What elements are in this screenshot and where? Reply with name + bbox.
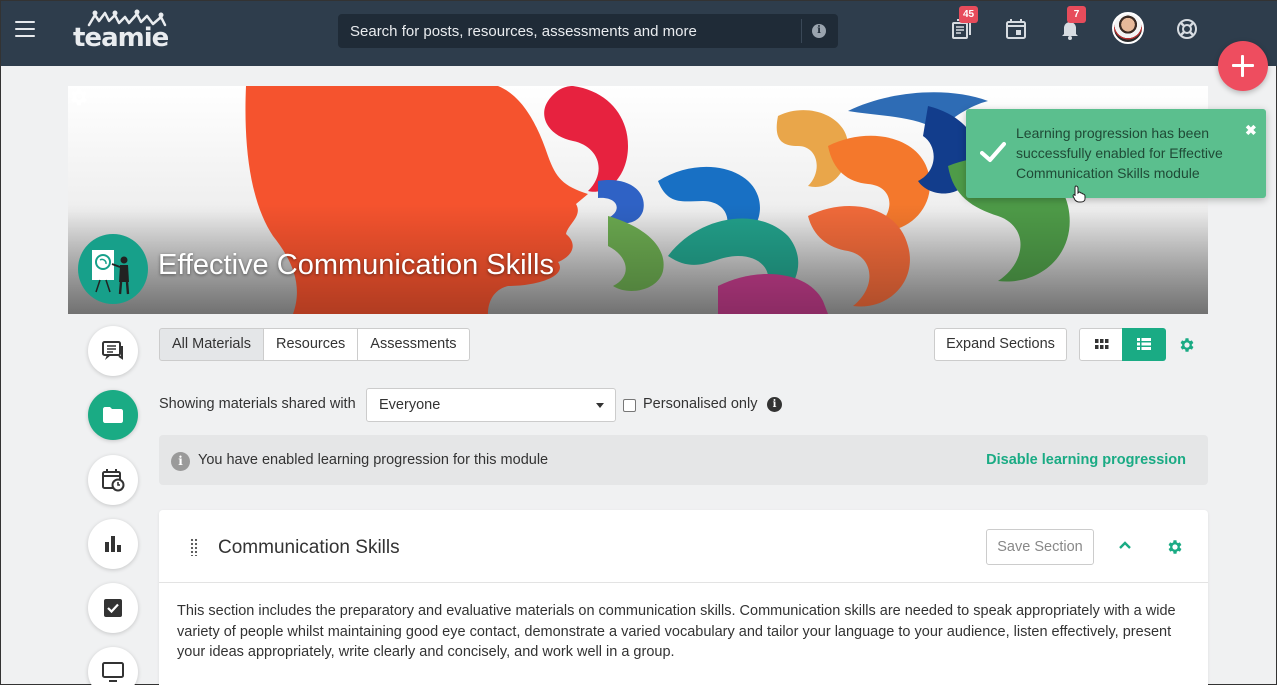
user-avatar[interactable] <box>1112 12 1144 44</box>
lifebuoy-icon <box>1177 19 1197 39</box>
hand-cursor-icon <box>1072 185 1086 203</box>
rail-planner-button[interactable] <box>88 455 138 505</box>
disable-learning-progression-link[interactable]: Disable learning progression <box>986 452 1186 468</box>
help-button[interactable] <box>1175 17 1199 41</box>
rail-tasks-button[interactable] <box>88 583 138 633</box>
list-icon <box>1137 338 1151 350</box>
checkbox-icon <box>104 599 122 617</box>
chevron-down-icon <box>596 403 604 408</box>
banner-settings-gear-icon[interactable] <box>68 86 90 108</box>
section-title: Communication Skills <box>218 537 400 558</box>
top-navigation-bar: teamie i 45 7 <box>1 1 1277 66</box>
tab-assessments[interactable]: Assessments <box>357 328 470 361</box>
calendar-button[interactable] <box>1004 17 1028 41</box>
course-avatar <box>78 234 148 304</box>
check-icon <box>980 142 1006 162</box>
expand-sections-button[interactable]: Expand Sections <box>934 328 1067 361</box>
personalised-only-checkbox[interactable] <box>623 399 636 412</box>
toast-message: Learning progression has been successful… <box>1016 125 1223 181</box>
rail-materials-button[interactable] <box>88 390 138 440</box>
discussion-icon <box>102 341 123 360</box>
search-info-icon[interactable]: i <box>812 24 826 38</box>
save-section-button[interactable]: Save Section <box>986 529 1094 565</box>
section-card: Communication Skills Save Section This s… <box>159 510 1208 685</box>
calendar-icon <box>1006 19 1026 39</box>
view-settings-gear-icon[interactable] <box>1178 336 1196 354</box>
list-view-button[interactable] <box>1122 328 1166 361</box>
teamie-logo[interactable]: teamie <box>73 9 169 53</box>
monitor-icon <box>102 662 124 682</box>
search-input[interactable] <box>338 14 798 48</box>
shared-with-label: Showing materials shared with <box>159 396 356 412</box>
personalised-info-icon[interactable]: i <box>767 397 782 412</box>
drag-handle-icon[interactable] <box>190 538 198 556</box>
section-description: This section includes the preparatory an… <box>177 603 1176 660</box>
info-icon: i <box>171 452 190 471</box>
grid-icon <box>1095 339 1109 349</box>
library-badge: 45 <box>959 6 978 23</box>
shared-with-value: Everyone <box>379 397 441 413</box>
rail-posts-button[interactable] <box>88 326 138 376</box>
shared-with-select[interactable]: Everyone <box>366 388 616 422</box>
learning-progression-notice: i You have enabled learning progression … <box>159 435 1208 485</box>
section-header: Communication Skills Save Section <box>159 510 1208 583</box>
tab-all-materials[interactable]: All Materials <box>159 328 264 361</box>
chevron-up-icon[interactable] <box>1118 540 1132 550</box>
personalised-only-label: Personalised only <box>643 396 758 412</box>
menu-icon[interactable] <box>15 21 35 37</box>
rail-screen-button[interactable] <box>88 647 138 685</box>
search-divider <box>801 19 802 43</box>
material-type-tabs: All Materials Resources Assessments <box>159 328 470 361</box>
presenter-icon <box>92 250 130 295</box>
success-toast: Learning progression has been successful… <box>966 109 1266 198</box>
add-button[interactable] <box>1218 41 1268 91</box>
bar-chart-icon <box>105 536 121 552</box>
notifications-badge: 7 <box>1067 6 1086 23</box>
search-bar: i <box>338 14 838 48</box>
folder-icon <box>103 407 123 423</box>
notice-text: You have enabled learning progression fo… <box>198 452 549 468</box>
grid-view-button[interactable] <box>1079 328 1123 361</box>
rail-analytics-button[interactable] <box>88 519 138 569</box>
logo-text: teamie <box>73 23 169 53</box>
tab-resources[interactable]: Resources <box>262 328 359 361</box>
section-settings-gear-icon[interactable] <box>1166 538 1184 556</box>
library-button[interactable]: 45 <box>950 6 978 41</box>
notifications-button[interactable]: 7 <box>1058 6 1086 41</box>
calendar-clock-icon <box>102 469 125 492</box>
toast-close-button[interactable]: ✖ <box>1245 122 1257 139</box>
course-title: Effective Communication Skills <box>158 249 554 281</box>
